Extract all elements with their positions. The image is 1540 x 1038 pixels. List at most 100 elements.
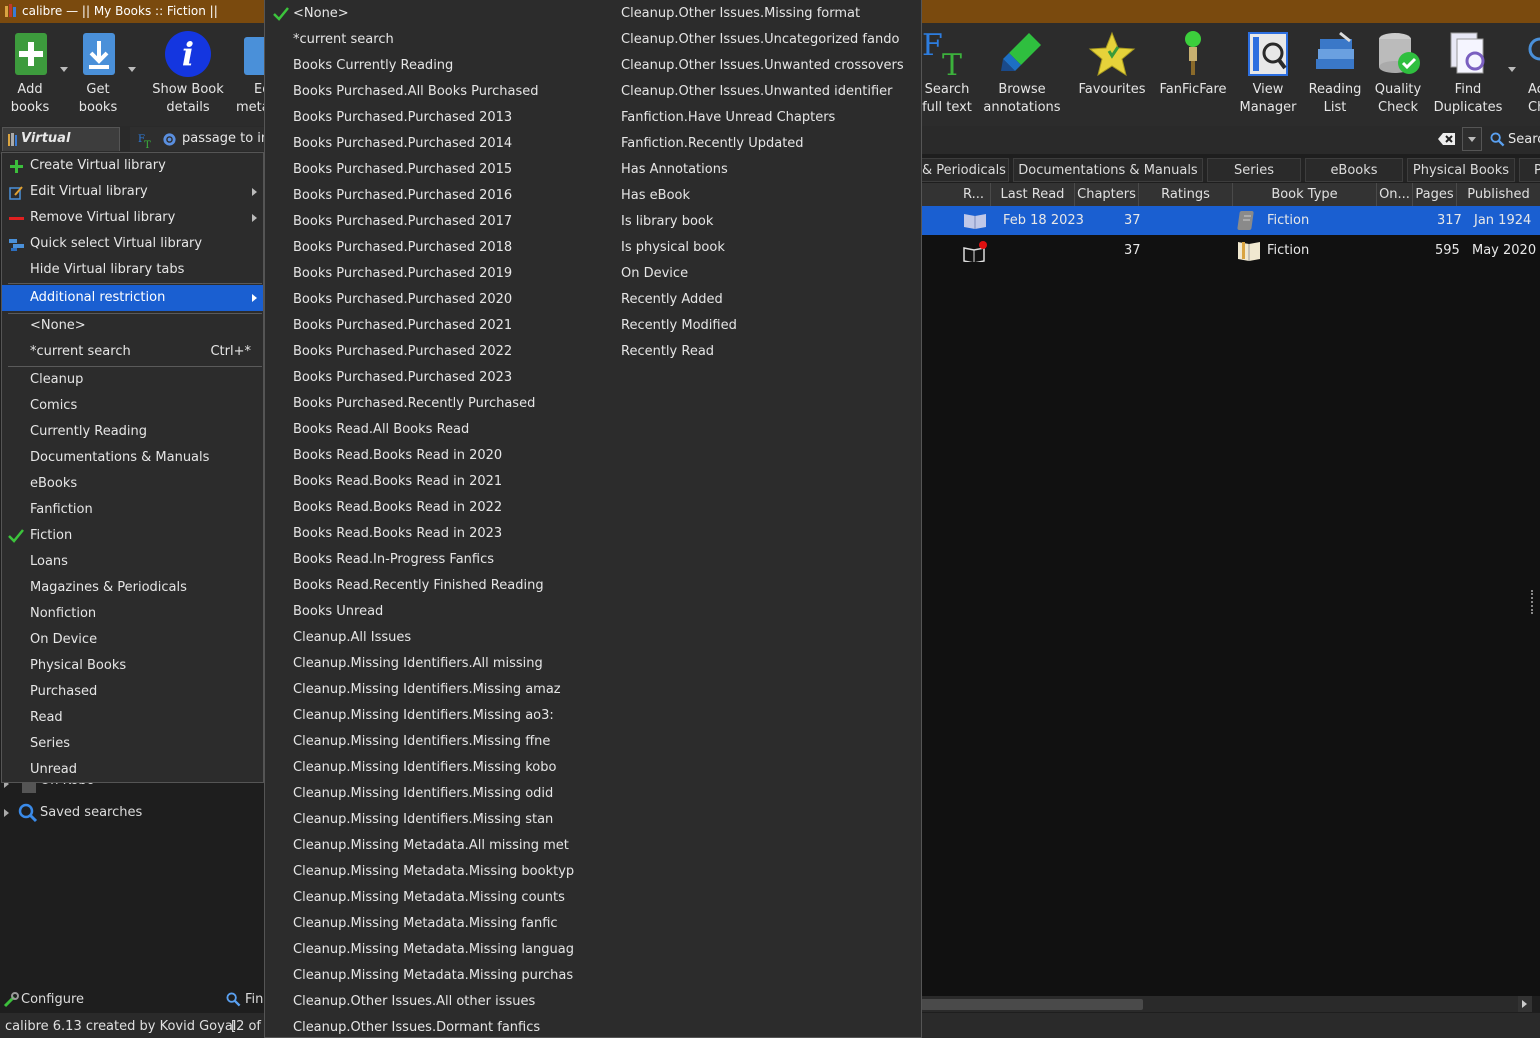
restriction-item[interactable]: Cleanup.All Issues [293,625,593,651]
restriction-item[interactable]: Is physical book [621,235,917,261]
search-full-text-button[interactable]: FT Search full text [922,23,972,123]
virtual-library-item[interactable]: Series [2,731,263,757]
create-virtual-library-item[interactable]: Create Virtual library [2,153,263,179]
tab-series[interactable]: Series [1207,158,1301,182]
column-header-chapters[interactable]: Chapters [1075,183,1139,206]
virtual-library-item[interactable]: Cleanup [2,367,263,393]
clear-search-icon[interactable] [1438,131,1456,147]
restriction-item[interactable]: Books Purchased.Purchased 2023 [293,365,593,391]
virtual-library-item[interactable]: Magazines & Periodicals [2,575,263,601]
restriction-item[interactable]: Cleanup.Other Issues.Unwanted identifier [621,79,917,105]
restriction-item[interactable]: Books Purchased.Purchased 2016 [293,183,593,209]
restriction-item[interactable]: Books Purchased.Recently Purchased [293,391,593,417]
tab-more[interactable]: P [1519,158,1540,182]
virtual-library-item[interactable]: Comics [2,393,263,419]
restriction-item[interactable]: Recently Added [621,287,917,313]
scroll-right-button[interactable] [1518,996,1532,1012]
restriction-item[interactable]: Books Purchased.Purchased 2013 [293,105,593,131]
virtual-library-item[interactable]: Physical Books [2,653,263,679]
splitter-handle[interactable] [1531,590,1534,614]
hide-virtual-library-tabs-item[interactable]: Hide Virtual library tabs [2,257,263,283]
column-header-last-read[interactable]: Last Read [991,183,1075,206]
get-books-button[interactable]: Get books [70,23,136,123]
restriction-item[interactable]: Cleanup.Missing Identifiers.Missing stan [293,807,593,833]
table-row[interactable]: 37 Fiction 595 May 2020 [921,236,1540,265]
virtual-library-tab-search[interactable]: FT passage to in [130,127,270,151]
restriction-item[interactable]: On Device [621,261,917,287]
find-duplicates-button[interactable]: Find Duplicates [1432,23,1516,123]
restriction-item[interactable]: Cleanup.Missing Metadata.Missing fanfic [293,911,593,937]
restriction-item[interactable]: Books Purchased.Purchased 2015 [293,157,593,183]
restriction-item[interactable]: Cleanup.Missing Identifiers.Missing ffne [293,729,593,755]
restriction-item[interactable]: Cleanup.Other Issues.All other issues [293,989,593,1015]
restriction-item[interactable]: <None> [293,1,593,27]
reading-list-button[interactable]: Reading List [1304,23,1366,123]
none-item[interactable]: <None> [2,313,263,339]
restriction-item[interactable]: Is library book [621,209,917,235]
additional-restriction-item[interactable]: Additional restriction [2,285,263,311]
fanficfare-button[interactable]: FanFicFare [1156,23,1230,123]
restriction-item[interactable]: Cleanup.Missing Identifiers.All missing [293,651,593,677]
configure-button[interactable]: Configure [3,989,84,1011]
restriction-item[interactable]: Cleanup.Other Issues.Unwanted crossovers [621,53,917,79]
restriction-item[interactable]: Books Read.Books Read in 2021 [293,469,593,495]
edit-virtual-library-item[interactable]: Edit Virtual library [2,179,263,205]
search-history-dropdown[interactable] [1462,127,1482,151]
restriction-item[interactable]: Cleanup.Other Issues.Dormant fanfics [293,1015,593,1038]
restriction-item[interactable]: Books Read.Books Read in 2022 [293,495,593,521]
column-header-pages[interactable]: Pages [1413,183,1457,206]
tab-documentations[interactable]: Documentations & Manuals [1013,158,1203,182]
restriction-item[interactable]: Books Currently Reading [293,53,593,79]
tab-physical-books[interactable]: Physical Books [1407,158,1515,182]
restriction-item[interactable]: Cleanup.Missing Identifiers.Missing amaz [293,677,593,703]
virtual-library-item[interactable]: Documentations & Manuals [2,445,263,471]
restriction-item[interactable]: Books Read.Books Read in 2020 [293,443,593,469]
column-header-on-device[interactable]: On... [1377,183,1413,206]
restriction-item[interactable]: Books Read.All Books Read [293,417,593,443]
search-button[interactable]: Searc [1488,130,1540,150]
virtual-library-item[interactable]: Unread [2,757,263,783]
restriction-item[interactable]: Books Purchased.Purchased 2017 [293,209,593,235]
restriction-item[interactable]: Fanfiction.Recently Updated [621,131,917,157]
column-header-book-type[interactable]: Book Type [1233,183,1377,206]
restriction-item[interactable]: Has eBook [621,183,917,209]
quality-check-button[interactable]: Quality Check [1368,23,1428,123]
restriction-item[interactable]: Cleanup.Missing Metadata.Missing purchas [293,963,593,989]
restriction-item[interactable]: Recently Modified [621,313,917,339]
virtual-library-item[interactable]: eBooks [2,471,263,497]
tab-periodicals[interactable]: & Periodicals [919,158,1009,182]
restriction-item[interactable]: Books Unread [293,599,593,625]
restriction-item[interactable]: Has Annotations [621,157,917,183]
restriction-item[interactable]: Books Read.Books Read in 2023 [293,521,593,547]
restriction-item[interactable]: Books Purchased.Purchased 2021 [293,313,593,339]
chevron-down-icon[interactable] [128,67,136,72]
restriction-item[interactable]: Books Purchased.Purchased 2022 [293,339,593,365]
restriction-item[interactable]: Cleanup.Missing Identifiers.Missing ao3: [293,703,593,729]
restriction-item[interactable]: Cleanup.Missing Metadata.Missing booktyp [293,859,593,885]
quick-select-item[interactable]: Quick select Virtual library [2,231,263,257]
chevron-down-icon[interactable] [60,67,68,72]
virtual-library-item[interactable]: Fanfiction [2,497,263,523]
restriction-item[interactable]: Cleanup.Other Issues.Uncategorized fando [621,27,917,53]
more-actions-button[interactable]: Ac Ch [1520,23,1540,123]
restriction-item[interactable]: Cleanup.Missing Identifiers.Missing odid [293,781,593,807]
virtual-library-item[interactable]: Currently Reading [2,419,263,445]
restriction-item[interactable]: Books Read.Recently Finished Reading [293,573,593,599]
restriction-item[interactable]: Books Purchased.Purchased 2018 [293,235,593,261]
add-books-button[interactable]: Add books [2,23,68,123]
restriction-item[interactable]: Books Purchased.Purchased 2020 [293,287,593,313]
edit-metadata-button[interactable]: Ed meta [236,23,264,123]
virtual-library-item[interactable]: Read [2,705,263,731]
view-manager-button[interactable]: View Manager [1236,23,1300,123]
virtual-library-item[interactable]: Nonfiction [2,601,263,627]
restriction-item[interactable]: Recently Read [621,339,917,365]
virtual-library-item[interactable]: Loans [2,549,263,575]
restriction-item[interactable]: Books Purchased.Purchased 2014 [293,131,593,157]
column-header-read[interactable]: R... [957,183,991,206]
restriction-item[interactable]: Books Purchased.Purchased 2019 [293,261,593,287]
restriction-item[interactable]: Cleanup.Missing Metadata.Missing counts [293,885,593,911]
column-header-ratings[interactable]: Ratings [1139,183,1233,206]
restriction-item[interactable]: Books Read.In-Progress Fanfics [293,547,593,573]
restriction-item[interactable]: Cleanup.Other Issues.Missing format [621,1,917,27]
virtual-library-item[interactable]: Purchased [2,679,263,705]
